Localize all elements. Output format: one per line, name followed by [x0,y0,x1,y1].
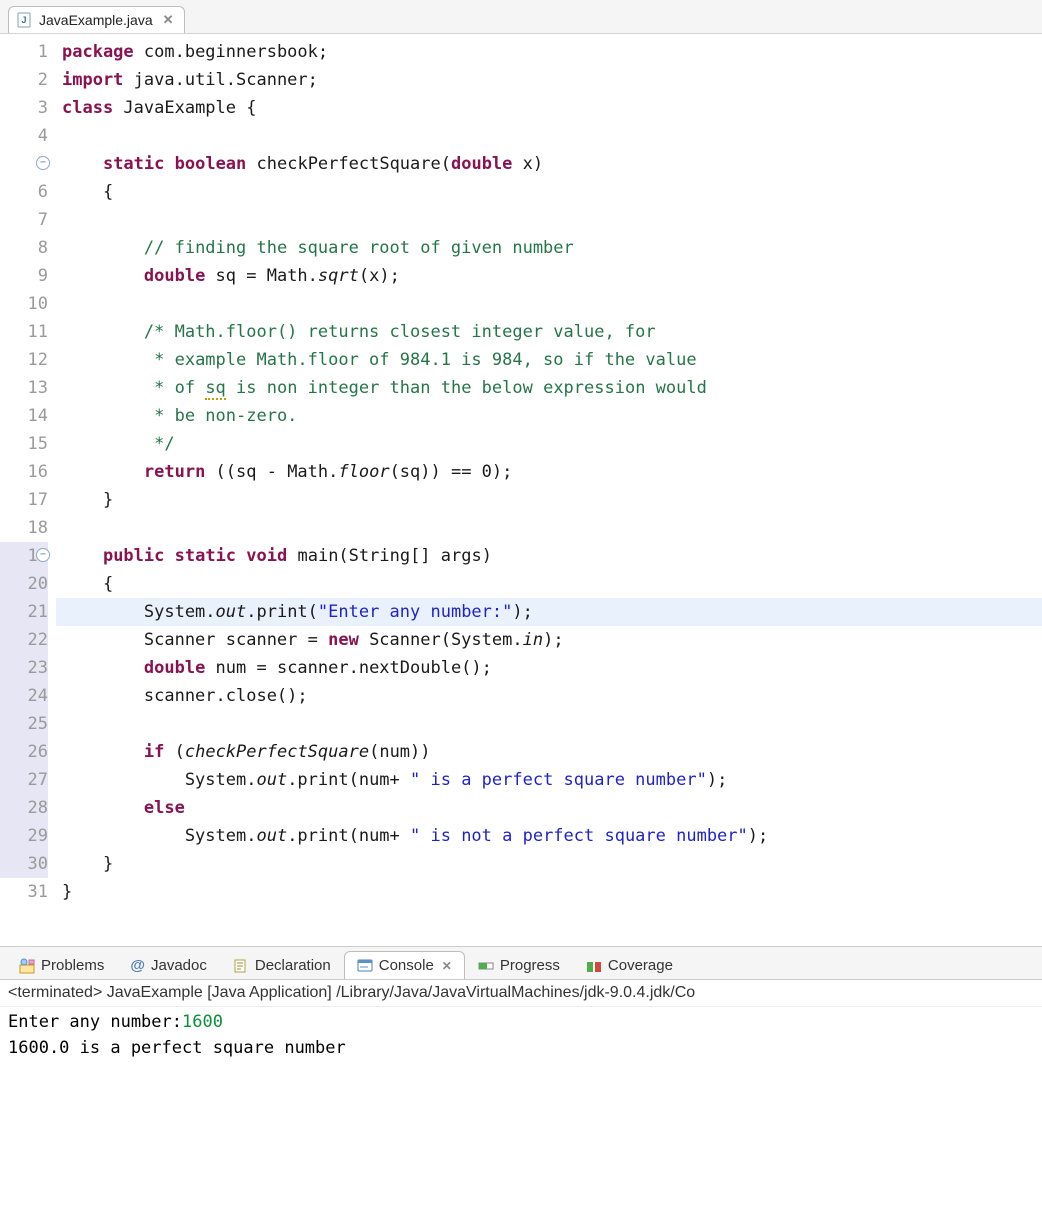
editor-tab-active[interactable]: J JavaExample.java ✕ [8,6,185,33]
code-line[interactable]: * example Math.floor of 984.1 is 984, so… [56,346,1042,374]
tab-console-label: Console [379,957,434,974]
console-launch-info: <terminated> JavaExample [Java Applicati… [0,980,1042,1007]
line-number: 14 [0,402,48,430]
java-file-icon: J [17,12,33,28]
code-line[interactable]: class JavaExample { [56,94,1042,122]
problems-icon [19,958,35,974]
code-line[interactable]: Scanner scanner = new Scanner(System.in)… [56,626,1042,654]
progress-icon [478,958,494,974]
line-number: 12 [0,346,48,374]
svg-text:J: J [21,15,26,25]
code-line[interactable]: System.out.print(num+ " is not a perfect… [56,822,1042,850]
line-number: 9 [0,262,48,290]
line-number: 25 [0,710,48,738]
tab-coverage[interactable]: Coverage [573,951,686,979]
line-number: 11 [0,318,48,346]
console-icon [357,958,373,974]
code-line[interactable] [56,710,1042,738]
code-lines[interactable]: package com.beginnersbook;import java.ut… [56,38,1042,906]
code-line[interactable]: } [56,486,1042,514]
code-line[interactable]: * be non-zero. [56,402,1042,430]
code-line[interactable]: double num = scanner.nextDouble(); [56,654,1042,682]
line-number: 7 [0,206,48,234]
code-line[interactable]: System.out.print(num+ " is a perfect squ… [56,766,1042,794]
code-line[interactable]: if (checkPerfectSquare(num)) [56,738,1042,766]
code-line[interactable]: System.out.print("Enter any number:"); [56,598,1042,626]
code-line[interactable]: static boolean checkPerfectSquare(double… [56,150,1042,178]
javadoc-icon: @ [130,957,145,974]
line-number: 20 [0,570,48,598]
code-line[interactable]: */ [56,430,1042,458]
tab-console[interactable]: Console ✕ [344,951,465,979]
line-number: 6 [0,178,48,206]
tab-problems[interactable]: Problems [6,951,117,979]
code-line[interactable] [56,514,1042,542]
code-line[interactable]: * of sq is non integer than the below ex… [56,374,1042,402]
line-number: 28 [0,794,48,822]
code-line[interactable]: else [56,794,1042,822]
code-line[interactable]: package com.beginnersbook; [56,38,1042,66]
code-line[interactable]: { [56,570,1042,598]
line-number: 4 [0,122,48,150]
line-number: 16 [0,458,48,486]
tab-progress-label: Progress [500,957,560,974]
fold-toggle-icon[interactable]: − [36,548,50,562]
editor-tabs: J JavaExample.java ✕ [0,0,1042,34]
coverage-icon [586,958,602,974]
line-number: 27 [0,766,48,794]
code-line[interactable]: double sq = Math.sqrt(x); [56,262,1042,290]
line-number: 3 [0,94,48,122]
code-line[interactable]: scanner.close(); [56,682,1042,710]
code-line[interactable]: { [56,178,1042,206]
line-number: 19− [0,542,48,570]
code-line[interactable]: public static void main(String[] args) [56,542,1042,570]
line-number: 24 [0,682,48,710]
tab-javadoc-label: Javadoc [151,957,207,974]
code-line[interactable]: } [56,850,1042,878]
line-number: 8 [0,234,48,262]
tab-declaration-label: Declaration [255,957,331,974]
code-line[interactable] [56,122,1042,150]
code-line[interactable]: return ((sq - Math.floor(sq)) == 0); [56,458,1042,486]
fold-toggle-icon[interactable]: − [36,156,50,170]
line-number: 22 [0,626,48,654]
tab-progress[interactable]: Progress [465,951,573,979]
line-number: 15 [0,430,48,458]
tab-declaration[interactable]: Declaration [220,951,344,979]
code-line[interactable] [56,206,1042,234]
line-number-gutter: 12345−678910111213141516171819−202122232… [0,38,56,906]
code-line[interactable] [56,290,1042,318]
code-line[interactable]: } [56,878,1042,906]
tab-javadoc[interactable]: @ Javadoc [117,951,220,979]
code-line[interactable]: /* Math.floor() returns closest integer … [56,318,1042,346]
code-editor[interactable]: 12345−678910111213141516171819−202122232… [0,34,1042,906]
line-number: 5− [0,150,48,178]
editor-tab-filename: JavaExample.java [39,12,153,28]
bottom-view-tabs: Problems @ Javadoc Declaration Console ✕… [0,946,1042,980]
line-number: 23 [0,654,48,682]
line-number: 30 [0,850,48,878]
line-number: 18 [0,514,48,542]
line-number: 21 [0,598,48,626]
line-number: 1 [0,38,48,66]
line-number: 31 [0,878,48,906]
console-line-2: 1600.0 is a perfect square number [8,1035,1034,1061]
code-line[interactable]: // finding the square root of given numb… [56,234,1042,262]
line-number: 2 [0,66,48,94]
console-output[interactable]: Enter any number:1600 1600.0 is a perfec… [0,1007,1042,1091]
line-number: 10 [0,290,48,318]
code-line[interactable]: import java.util.Scanner; [56,66,1042,94]
close-tab-icon[interactable]: ✕ [163,12,174,28]
tab-coverage-label: Coverage [608,957,673,974]
line-number: 17 [0,486,48,514]
declaration-icon [233,958,249,974]
line-number: 26 [0,738,48,766]
close-console-icon[interactable]: ✕ [442,959,452,973]
line-number: 13 [0,374,48,402]
console-line-1: Enter any number:1600 [8,1009,1034,1035]
tab-problems-label: Problems [41,957,104,974]
line-number: 29 [0,822,48,850]
